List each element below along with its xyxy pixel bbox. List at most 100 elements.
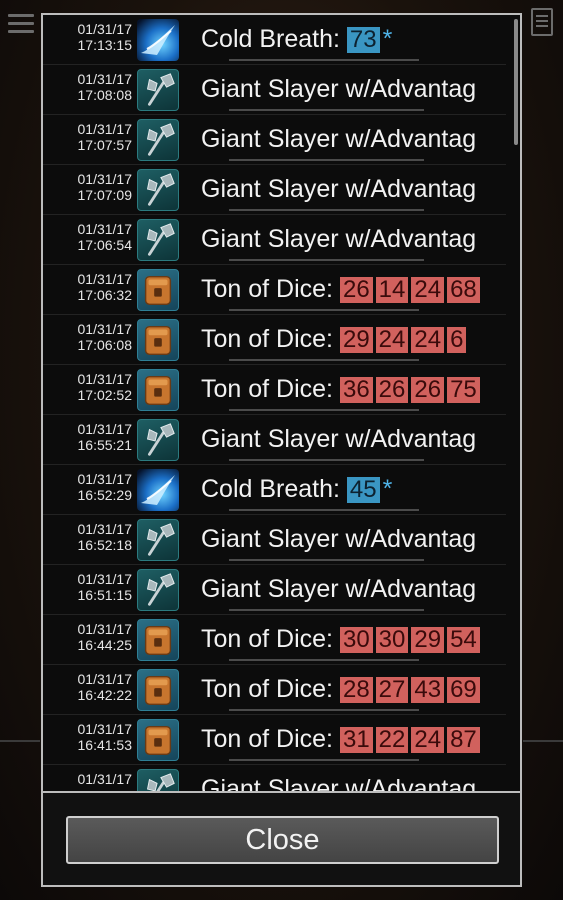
critical-marker: * <box>382 25 393 53</box>
roll-value: 24 <box>411 277 445 303</box>
row-timestamp: 01/31/17 17:07:09 <box>46 171 133 203</box>
roll-history-dialog: 01/31/17 17:13:15 Cold Breath: 73 * 01/31/17… <box>41 13 522 887</box>
row-underline <box>229 709 419 711</box>
history-row[interactable]: 01/31/17 16:42:22 Ton of Dice: 28 27 43 69 <box>43 665 520 715</box>
row-label-area: Ton of Dice: 26 14 24 68 <box>191 265 506 315</box>
roll-value: 24 <box>411 727 445 753</box>
row-time: 16:52:29 <box>77 487 133 503</box>
row-time: 17:06:08 <box>77 337 133 353</box>
row-underline <box>229 309 419 311</box>
roll-value: 36 <box>339 377 373 403</box>
row-label-area: Giant Slayer w/Advantag <box>191 565 506 615</box>
row-label-area: Giant Slayer w/Advantag <box>191 765 506 791</box>
roll-value: 87 <box>447 727 480 753</box>
row-time: 17:07:09 <box>77 187 133 203</box>
row-label: Ton of Dice: 36 26 26 75 <box>201 375 483 403</box>
cold-breath-icon <box>137 19 179 61</box>
row-date: 01/31/17 <box>77 421 133 437</box>
roll-name: Ton of Dice: <box>201 325 334 353</box>
row-label-area: Ton of Dice: 36 26 26 75 <box>191 365 506 415</box>
row-label: Cold Breath: 73 * <box>201 25 392 53</box>
notes-icon[interactable] <box>531 8 553 36</box>
history-row[interactable]: 01/31/17 17:13:15 Cold Breath: 73 * <box>43 15 520 65</box>
row-time: 17:06:32 <box>77 287 133 303</box>
row-timestamp: 01/31/17 <box>46 771 133 787</box>
history-row[interactable]: 01/31/17 17:02:52 Ton of Dice: 36 26 26 75 <box>43 365 520 415</box>
row-timestamp: 01/31/17 17:06:54 <box>46 221 133 253</box>
row-underline <box>229 359 419 361</box>
history-row[interactable]: 01/31/17 17:06:54 Giant Slayer w/Advantag <box>43 215 520 265</box>
row-date: 01/31/17 <box>77 621 133 637</box>
row-date: 01/31/17 <box>77 21 133 37</box>
history-row[interactable]: 01/31/17 16:52:18 Giant Slayer w/Advantag <box>43 515 520 565</box>
row-label-area: Ton of Dice: 31 22 24 87 <box>191 715 506 765</box>
axe-icon <box>137 419 179 461</box>
scrollbar[interactable] <box>514 19 518 145</box>
history-row[interactable]: 01/31/17 16:44:25 Ton of Dice: 30 30 29 54 <box>43 615 520 665</box>
row-underline <box>229 459 424 461</box>
dice-bag-icon <box>137 369 179 411</box>
row-date: 01/31/17 <box>77 521 133 537</box>
close-button[interactable]: Close <box>66 816 499 864</box>
roll-value: 75 <box>447 377 480 403</box>
row-timestamp: 01/31/17 17:06:32 <box>46 271 133 303</box>
history-row[interactable]: 01/31/17 17:08:08 Giant Slayer w/Advantag <box>43 65 520 115</box>
history-row[interactable]: 01/31/17 17:07:09 Giant Slayer w/Advantag <box>43 165 520 215</box>
row-label: Ton of Dice: 28 27 43 69 <box>201 675 483 703</box>
row-date: 01/31/17 <box>77 771 133 787</box>
roll-name: Ton of Dice: <box>201 375 334 403</box>
row-label-area: Cold Breath: 73 * <box>191 15 506 65</box>
row-underline <box>229 159 424 161</box>
row-date: 01/31/17 <box>77 121 133 137</box>
roll-history-list[interactable]: 01/31/17 17:13:15 Cold Breath: 73 * 01/31/17… <box>43 15 520 791</box>
row-date: 01/31/17 <box>77 671 133 687</box>
history-row[interactable]: 01/31/17 16:51:15 Giant Slayer w/Advantag <box>43 565 520 615</box>
background-frame-left <box>0 740 40 802</box>
row-underline <box>229 659 419 661</box>
row-label: Giant Slayer w/Advantag <box>201 125 476 153</box>
roll-name: Ton of Dice: <box>201 625 334 653</box>
row-label-area: Ton of Dice: 29 24 24 6 <box>191 315 506 365</box>
history-row[interactable]: 01/31/17 16:52:29 Cold Breath: 45 * <box>43 465 520 515</box>
cold-breath-icon <box>137 469 179 511</box>
history-row[interactable]: 01/31/17 16:55:21 Giant Slayer w/Advantag <box>43 415 520 465</box>
row-label: Ton of Dice: 30 30 29 54 <box>201 625 483 653</box>
history-row[interactable]: 01/31/17 17:06:08 Ton of Dice: 29 24 24 6 <box>43 315 520 365</box>
row-timestamp: 01/31/17 17:08:08 <box>46 71 133 103</box>
row-timestamp: 01/31/17 16:55:21 <box>46 421 133 453</box>
history-row[interactable]: 01/31/17 17:06:32 Ton of Dice: 26 14 24 68 <box>43 265 520 315</box>
roll-name: Giant Slayer w/Advantag <box>201 75 477 103</box>
row-underline <box>229 509 419 511</box>
row-label: Cold Breath: 45 * <box>201 475 392 503</box>
history-row[interactable]: 01/31/17 17:07:57 Giant Slayer w/Advantag <box>43 115 520 165</box>
roll-value: 30 <box>339 627 373 653</box>
row-time: 17:02:52 <box>77 387 133 403</box>
row-timestamp: 01/31/17 16:44:25 <box>46 621 133 653</box>
row-label: Giant Slayer w/Advantag <box>201 525 476 553</box>
row-label-area: Giant Slayer w/Advantag <box>191 115 506 165</box>
row-label: Giant Slayer w/Advantag <box>201 225 476 253</box>
history-row[interactable]: 01/31/17 Giant Slayer w/Advantag <box>43 765 520 791</box>
roll-value: 26 <box>411 377 445 403</box>
roll-name: Giant Slayer w/Advantag <box>201 775 477 791</box>
roll-value: 24 <box>375 327 409 353</box>
row-underline <box>229 109 424 111</box>
roll-value: 69 <box>447 677 480 703</box>
menu-icon[interactable] <box>8 14 34 34</box>
row-label-area: Ton of Dice: 30 30 29 54 <box>191 615 506 665</box>
roll-value: 22 <box>375 727 409 753</box>
row-date: 01/31/17 <box>77 721 133 737</box>
row-timestamp: 01/31/17 16:42:22 <box>46 671 133 703</box>
axe-icon <box>137 519 179 561</box>
row-underline <box>229 609 424 611</box>
roll-value: 30 <box>375 627 409 653</box>
roll-name: Giant Slayer w/Advantag <box>201 425 477 453</box>
roll-value: 27 <box>375 677 409 703</box>
roll-value: 28 <box>339 677 373 703</box>
history-row[interactable]: 01/31/17 16:41:53 Ton of Dice: 31 22 24 87 <box>43 715 520 765</box>
roll-value: 26 <box>375 377 409 403</box>
row-underline <box>229 59 419 61</box>
roll-name: Ton of Dice: <box>201 275 334 303</box>
row-time: 16:41:53 <box>77 737 133 753</box>
row-date: 01/31/17 <box>77 571 133 587</box>
